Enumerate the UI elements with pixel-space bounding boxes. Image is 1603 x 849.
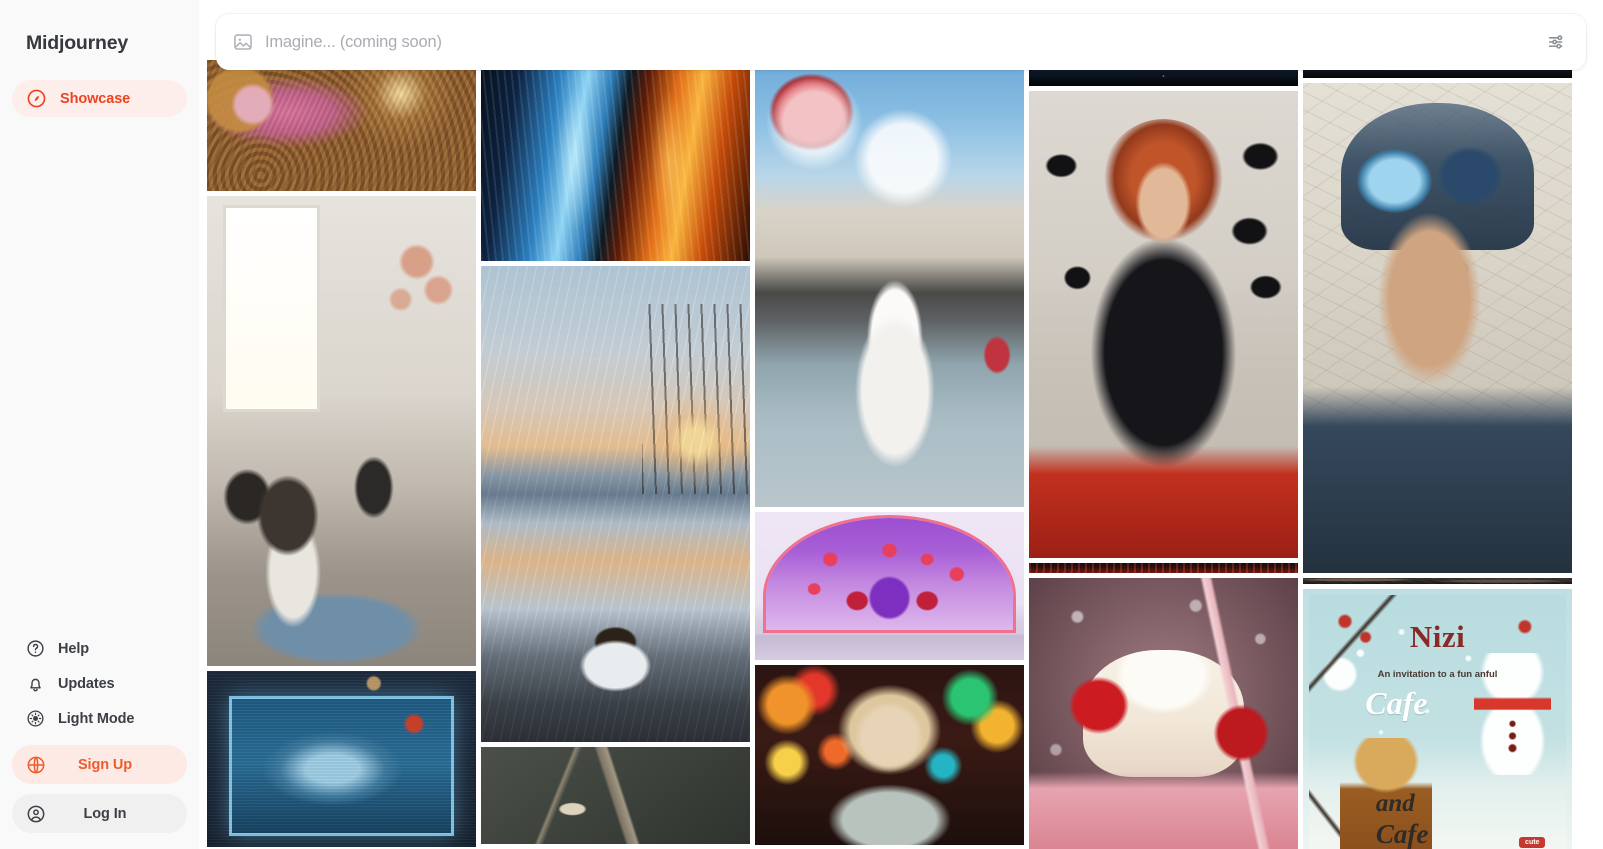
nizi-card-subtitle: An invitation to a fun anful — [1377, 668, 1498, 680]
gallery-column-3 — [755, 60, 1024, 849]
rock-plate-edge-strip[interactable] — [1303, 578, 1572, 584]
showcase-gallery: Nizi An invitation to a fun anful Cafe a… — [205, 60, 1603, 849]
artwork-thumbnail — [1029, 91, 1298, 558]
artwork-thumbnail — [1303, 83, 1572, 573]
artwork-thumbnail: Nizi An invitation to a fun anful Cafe a… — [1303, 589, 1572, 849]
artwork-thumbnail — [755, 665, 1024, 845]
sliders-icon[interactable] — [1546, 31, 1568, 53]
image-icon — [232, 31, 254, 53]
branch-with-skull-photo[interactable] — [481, 747, 750, 844]
brand-title: Midjourney — [26, 32, 129, 54]
log-in-label: Log In — [83, 805, 127, 822]
artwork-thumbnail — [1029, 563, 1298, 573]
sidebar-item-light-mode[interactable]: Light Mode — [12, 702, 187, 735]
artwork-thumbnail — [1029, 578, 1298, 849]
blue-hologram-monitor-artwork[interactable] — [207, 671, 476, 847]
question-circle-icon — [26, 639, 45, 658]
red-haired-woman-with-ravens-artwork[interactable] — [1029, 91, 1298, 558]
artwork-thumbnail — [207, 671, 476, 847]
bell-icon — [26, 674, 45, 693]
fire-and-water-split-artwork[interactable] — [481, 60, 750, 261]
main-content: Nizi An invitation to a fun anful Cafe a… — [199, 0, 1603, 849]
artwork-thumbnail — [481, 747, 750, 844]
gallery-column-5: Nizi An invitation to a fun anful Cafe a… — [1303, 60, 1572, 849]
nizi-card-title: Nizi — [1409, 618, 1466, 654]
paris-cat-red-umbrella-artwork[interactable] — [755, 60, 1024, 507]
app-root: Midjourney Showcase Help Updates Light M… — [0, 0, 1603, 849]
sidebar-item-help[interactable]: Help — [12, 632, 187, 665]
sidebar-secondary-nav: Help Updates Light Mode Sign Up Log In — [0, 632, 199, 849]
artwork-thumbnail — [481, 266, 750, 742]
search-input[interactable] — [265, 32, 1546, 52]
nizi-card: Nizi An invitation to a fun anful Cafe a… — [1309, 595, 1566, 849]
compass-icon — [26, 88, 47, 109]
artwork-thumbnail — [755, 512, 1024, 660]
sidebar-primary-nav: Showcase — [0, 66, 199, 117]
pilot-goggles-collage-portrait[interactable] — [1303, 83, 1572, 573]
red-pleated-skirt-strip[interactable] — [1029, 563, 1298, 573]
sun-icon — [26, 709, 45, 728]
gallery-column-4 — [1029, 60, 1298, 849]
sidebar: Midjourney Showcase Help Updates Light M… — [0, 0, 199, 849]
sign-up-label: Sign Up — [77, 756, 133, 773]
sidebar-item-light-mode-label: Light Mode — [58, 710, 135, 727]
nizi-cafe-winter-illustration[interactable]: Nizi An invitation to a fun anful Cafe a… — [1303, 589, 1572, 849]
sidebar-item-updates-label: Updates — [58, 675, 115, 692]
ornate-gold-pink-mandala-artwork[interactable] — [207, 60, 476, 191]
cyberpunk-android-woman-artwork[interactable] — [755, 665, 1024, 845]
artwork-thumbnail — [755, 60, 1024, 507]
gallery-column-2 — [481, 60, 750, 849]
sign-up-button[interactable]: Sign Up — [12, 745, 187, 784]
user-circle-icon — [26, 804, 46, 824]
strawberry-milkshake-photo[interactable] — [1029, 578, 1298, 849]
globe-icon — [26, 755, 46, 775]
meditation-yoga-studio-photo[interactable] — [207, 196, 476, 666]
artwork-thumbnail — [207, 196, 476, 666]
nizi-card-cafe-word: Cafe — [1365, 684, 1428, 721]
artwork-thumbnail — [1303, 578, 1572, 584]
sidebar-item-help-label: Help — [58, 640, 90, 657]
sidebar-item-showcase[interactable]: Showcase — [12, 80, 187, 117]
artwork-thumbnail — [481, 60, 750, 261]
lake-sunset-coffee-cup-photo[interactable] — [481, 266, 750, 742]
nizi-card-cute-badge: cute — [1519, 837, 1546, 849]
sidebar-item-showcase-label: Showcase — [60, 90, 131, 107]
artwork-thumbnail — [207, 60, 476, 191]
log-in-button[interactable]: Log In — [12, 794, 187, 833]
gallery-column-1 — [207, 60, 476, 849]
nizi-card-cafe-word-2: Cafe — [1375, 819, 1429, 849]
sidebar-item-updates[interactable]: Updates — [12, 667, 187, 700]
nizi-card-and-word: and — [1375, 790, 1415, 818]
valentine-purple-storefront-artwork[interactable] — [755, 512, 1024, 660]
imagine-search-bar[interactable] — [216, 14, 1586, 70]
